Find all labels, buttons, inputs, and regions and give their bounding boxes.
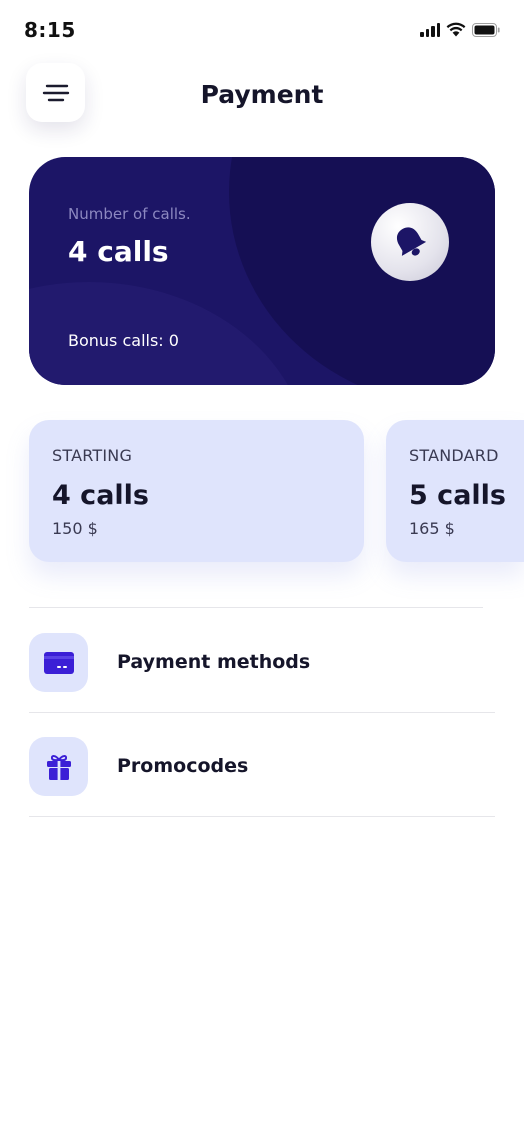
- status-time: 8:15: [24, 18, 76, 42]
- plan-name: STARTING: [52, 446, 133, 465]
- promocodes-label: Promocodes: [117, 755, 249, 777]
- balance-value: 4 calls: [68, 235, 169, 268]
- wifi-icon: [446, 22, 466, 37]
- cellular-signal-icon: [420, 23, 440, 37]
- plan-price: 150 $: [52, 519, 98, 538]
- divider: [29, 816, 495, 817]
- plan-calls: 4 calls: [52, 480, 149, 511]
- bell-badge: [371, 203, 449, 281]
- plan-price: 165 $: [409, 519, 455, 538]
- promocodes-icon-tile: [29, 737, 88, 796]
- divider: [29, 607, 483, 608]
- plan-name: STANDARD: [409, 446, 499, 465]
- page-title: Payment: [200, 80, 324, 109]
- balance-label: Number of calls.: [68, 205, 191, 223]
- balance-card: Number of calls. 4 calls Bonus calls: 0: [29, 157, 495, 385]
- plan-card-starting[interactable]: STARTING 4 calls 150 $: [29, 420, 364, 562]
- home-area: [0, 1040, 524, 1131]
- plan-card-standard[interactable]: STANDARD 5 calls 165 $: [386, 420, 524, 562]
- promocodes-row[interactable]: Promocodes: [29, 731, 495, 801]
- divider: [29, 712, 495, 713]
- payment-methods-label: Payment methods: [117, 651, 311, 673]
- payment-methods-icon-tile: [29, 633, 88, 692]
- gift-icon: [46, 754, 71, 780]
- credit-card-icon: [43, 651, 74, 674]
- bell-icon: [396, 227, 427, 256]
- header: Payment: [0, 60, 524, 136]
- bonus-calls-text: Bonus calls: 0: [68, 331, 179, 350]
- status-bar: 8:15: [0, 0, 524, 60]
- status-icons: [420, 22, 500, 37]
- payment-methods-row[interactable]: Payment methods: [29, 627, 495, 697]
- plan-calls: 5 calls: [409, 480, 506, 511]
- battery-icon: [472, 23, 500, 37]
